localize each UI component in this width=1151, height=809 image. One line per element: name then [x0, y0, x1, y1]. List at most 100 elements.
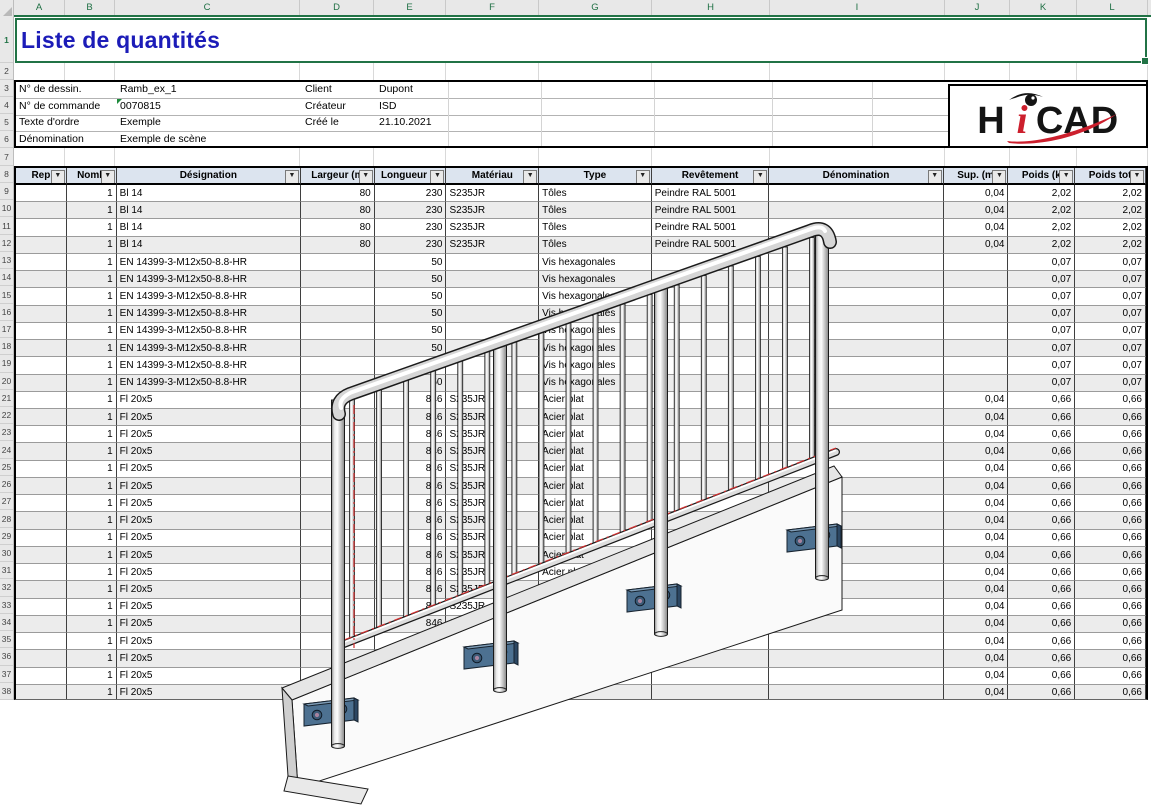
- row-header-37[interactable]: 37: [0, 666, 13, 683]
- cell-L10[interactable]: 2,02: [1075, 202, 1146, 219]
- cell-L15[interactable]: 0,07: [1075, 288, 1146, 305]
- filter-dropdown-button[interactable]: ▼: [359, 170, 373, 184]
- row-header-18[interactable]: 18: [0, 338, 13, 355]
- row-header-12[interactable]: 12: [0, 235, 13, 252]
- cell-L23[interactable]: 0,66: [1075, 426, 1146, 443]
- column-header-type[interactable]: Type▼: [539, 168, 652, 185]
- column-header-B[interactable]: B: [65, 0, 115, 15]
- row-header-24[interactable]: 24: [0, 441, 13, 458]
- row-header-1[interactable]: 1: [0, 17, 13, 63]
- row-header-2[interactable]: 2: [0, 63, 13, 80]
- cell-B23[interactable]: 1: [67, 426, 117, 443]
- cell-L33[interactable]: 0,66: [1075, 599, 1146, 616]
- filter-dropdown-button[interactable]: ▼: [523, 170, 537, 184]
- row-header-35[interactable]: 35: [0, 631, 13, 648]
- cell-B28[interactable]: 1: [67, 512, 117, 529]
- info-value[interactable]: Dupont: [376, 82, 448, 98]
- cell-B22[interactable]: 1: [67, 409, 117, 426]
- row-header-20[interactable]: 20: [0, 373, 13, 390]
- cell-B25[interactable]: 1: [67, 461, 117, 478]
- row-header-19[interactable]: 19: [0, 355, 13, 372]
- column-header-poids-tot[interactable]: Poids tot▼: [1075, 168, 1146, 185]
- info-label[interactable]: Texte d'ordre: [16, 115, 117, 131]
- filter-dropdown-button[interactable]: ▼: [753, 170, 767, 184]
- cell-L35[interactable]: 0,66: [1075, 633, 1146, 650]
- row-header-16[interactable]: 16: [0, 304, 13, 321]
- cell-A27[interactable]: [16, 495, 67, 512]
- select-all-corner[interactable]: [0, 0, 14, 17]
- cell-B34[interactable]: 1: [67, 616, 117, 633]
- row-header-3[interactable]: 3: [0, 80, 13, 97]
- row-header-6[interactable]: 6: [0, 131, 13, 148]
- row-header-29[interactable]: 29: [0, 528, 13, 545]
- cell-L37[interactable]: 0,66: [1075, 668, 1146, 685]
- cell-B30[interactable]: 1: [67, 547, 117, 564]
- cell-A37[interactable]: [16, 668, 67, 685]
- cell-A31[interactable]: [16, 564, 67, 581]
- filter-dropdown-button[interactable]: ▼: [1130, 170, 1144, 184]
- row-header-38[interactable]: 38: [0, 683, 13, 700]
- cell-L20[interactable]: 0,07: [1075, 375, 1146, 392]
- row-header-34[interactable]: 34: [0, 614, 13, 631]
- column-header-strip[interactable]: ABCDEFGHIJKL: [14, 0, 1151, 17]
- cell-A11[interactable]: [16, 219, 67, 236]
- row-header-31[interactable]: 31: [0, 562, 13, 579]
- column-header-poids-k[interactable]: Poids (k▼: [1008, 168, 1075, 185]
- cell-B13[interactable]: 1: [67, 254, 117, 271]
- row-header-8[interactable]: 8: [0, 166, 13, 183]
- info-label[interactable]: Client: [302, 82, 376, 98]
- cell-B35[interactable]: 1: [67, 633, 117, 650]
- cell-A33[interactable]: [16, 599, 67, 616]
- cell-A10[interactable]: [16, 202, 67, 219]
- column-header-D[interactable]: D: [300, 0, 374, 15]
- cell-L18[interactable]: 0,07: [1075, 340, 1146, 357]
- column-header-nomb[interactable]: Nomb▼: [67, 168, 117, 185]
- cell-A29[interactable]: [16, 530, 67, 547]
- info-label[interactable]: N° de commande: [16, 99, 117, 115]
- cell-B17[interactable]: 1: [67, 323, 117, 340]
- row-header-25[interactable]: 25: [0, 459, 13, 476]
- column-header-rep[interactable]: Rep▼: [16, 168, 67, 185]
- info-label[interactable]: Dénomination: [16, 132, 117, 148]
- column-header-C[interactable]: C: [115, 0, 300, 15]
- row-header-13[interactable]: 13: [0, 252, 13, 269]
- cell-L13[interactable]: 0,07: [1075, 254, 1146, 271]
- cell-A15[interactable]: [16, 288, 67, 305]
- row-header-30[interactable]: 30: [0, 545, 13, 562]
- column-header-sup-m[interactable]: Sup. (m▼: [944, 168, 1009, 185]
- cell-L22[interactable]: 0,66: [1075, 409, 1146, 426]
- cell-B16[interactable]: 1: [67, 306, 117, 323]
- filter-dropdown-button[interactable]: ▼: [636, 170, 650, 184]
- filter-dropdown-button[interactable]: ▼: [51, 170, 65, 184]
- cell-B12[interactable]: 1: [67, 237, 117, 254]
- cell-L29[interactable]: 0,66: [1075, 530, 1146, 547]
- cell-L28[interactable]: 0,66: [1075, 512, 1146, 529]
- filter-dropdown-button[interactable]: ▼: [992, 170, 1006, 184]
- cell-L27[interactable]: 0,66: [1075, 495, 1146, 512]
- cell-L25[interactable]: 0,66: [1075, 461, 1146, 478]
- cell-A35[interactable]: [16, 633, 67, 650]
- cell-B38[interactable]: 1: [67, 685, 117, 700]
- row-header-36[interactable]: 36: [0, 648, 13, 665]
- info-label[interactable]: Créé le: [302, 115, 376, 131]
- column-header-J[interactable]: J: [945, 0, 1010, 15]
- cell-L14[interactable]: 0,07: [1075, 271, 1146, 288]
- column-header-I[interactable]: I: [770, 0, 945, 15]
- cell-B36[interactable]: 1: [67, 650, 117, 667]
- column-header-E[interactable]: E: [374, 0, 446, 15]
- cell-A36[interactable]: [16, 650, 67, 667]
- cell-B9[interactable]: 1: [67, 185, 117, 202]
- cell-A30[interactable]: [16, 547, 67, 564]
- cell-A17[interactable]: [16, 323, 67, 340]
- title-cell[interactable]: Liste de quantités: [14, 17, 1148, 63]
- cell-B14[interactable]: 1: [67, 271, 117, 288]
- cell-B18[interactable]: 1: [67, 340, 117, 357]
- cell-A24[interactable]: [16, 443, 67, 460]
- column-header-G[interactable]: G: [539, 0, 652, 15]
- info-value[interactable]: 21.10.2021: [376, 115, 448, 131]
- info-value[interactable]: Exemple de scène: [117, 132, 302, 148]
- filter-dropdown-button[interactable]: ▼: [101, 170, 115, 184]
- row-header-11[interactable]: 11: [0, 217, 13, 234]
- row-header-7[interactable]: 7: [0, 148, 13, 166]
- row-header-27[interactable]: 27: [0, 493, 13, 510]
